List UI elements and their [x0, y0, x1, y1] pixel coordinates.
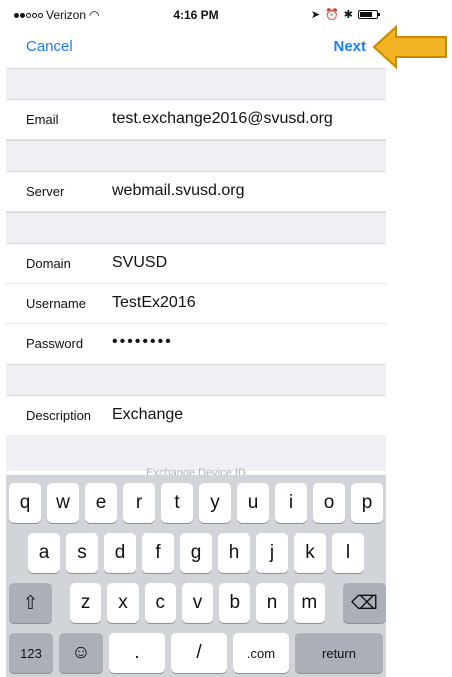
numbers-key[interactable]: 123	[9, 633, 53, 673]
username-label: Username	[26, 296, 86, 311]
domain-field[interactable]: SVUSD	[112, 254, 167, 272]
key-c[interactable]: c	[144, 583, 176, 623]
username-row[interactable]: Username TestEx2016	[6, 284, 386, 324]
domain-row[interactable]: Domain SVUSD	[6, 244, 386, 284]
description-row[interactable]: Description Exchange	[6, 396, 386, 436]
description-field[interactable]: Exchange	[112, 406, 183, 424]
email-row[interactable]: Email test.exchange2016@svusd.org	[6, 100, 386, 140]
key-o[interactable]: o	[313, 483, 345, 523]
dot-key[interactable]: .	[109, 633, 165, 673]
key-g[interactable]: g	[180, 533, 212, 573]
section-gap	[6, 68, 386, 100]
nav-bar: Cancel Next	[6, 30, 386, 66]
shift-key[interactable]: ⇧	[9, 583, 53, 623]
form-footer: Exchange Device ID	[6, 435, 386, 479]
section-gap	[6, 364, 386, 396]
dotcom-key[interactable]: .com	[233, 633, 289, 673]
key-r[interactable]: r	[123, 483, 155, 523]
keyboard-row-4: 123 ☺ . / .com return	[6, 633, 386, 673]
key-y[interactable]: y	[199, 483, 231, 523]
section-gap	[6, 212, 386, 244]
server-label: Server	[26, 184, 65, 199]
key-p[interactable]: p	[351, 483, 383, 523]
delete-key[interactable]: ⌫	[342, 583, 386, 623]
section-gap	[6, 140, 386, 172]
key-z[interactable]: z	[70, 583, 102, 623]
keyboard: q w e r t y u i o p a s d f g h j k l ⇧ …	[6, 475, 386, 677]
password-row[interactable]: Password ••••••••	[6, 324, 386, 364]
alarm-icon: ⏰	[325, 9, 339, 21]
key-i[interactable]: i	[275, 483, 307, 523]
email-label: Email	[26, 112, 59, 127]
next-button[interactable]: Next	[333, 38, 366, 55]
keyboard-row-2: a s d f g h j k l	[6, 533, 386, 573]
description-label: Description	[26, 408, 92, 423]
key-v[interactable]: v	[181, 583, 214, 623]
key-b[interactable]: b	[219, 583, 251, 623]
emoji-key[interactable]: ☺	[59, 633, 103, 673]
key-t[interactable]: t	[161, 483, 193, 523]
key-j[interactable]: j	[256, 533, 288, 573]
key-q[interactable]: q	[9, 483, 41, 523]
key-w[interactable]: w	[47, 483, 79, 523]
status-bar: Verizon ◠ 4:16 PM ➤ ⏰ ✱	[6, 6, 386, 26]
key-a[interactable]: a	[28, 533, 60, 573]
location-icon: ➤	[310, 9, 321, 21]
cancel-button[interactable]: Cancel	[26, 38, 73, 55]
domain-label: Domain	[26, 256, 71, 271]
password-field[interactable]: ••••••••	[112, 333, 173, 351]
return-key[interactable]: return	[295, 633, 383, 673]
bluetooth-icon: ✱	[343, 9, 353, 21]
battery-icon	[358, 10, 380, 19]
annotation-arrow-icon	[372, 24, 447, 70]
keyboard-row-1: q w e r t y u i o p	[6, 483, 386, 523]
email-field[interactable]: test.exchange2016@svusd.org	[112, 110, 333, 128]
key-x[interactable]: x	[107, 583, 139, 623]
account-form: Email test.exchange2016@svusd.org Server…	[6, 68, 386, 436]
key-h[interactable]: h	[218, 533, 250, 573]
key-d[interactable]: d	[104, 533, 136, 573]
username-field[interactable]: TestEx2016	[112, 294, 196, 312]
phone-screen: Verizon ◠ 4:16 PM ➤ ⏰ ✱ Cancel Next Emai…	[6, 0, 386, 677]
key-f[interactable]: f	[142, 533, 174, 573]
server-field[interactable]: webmail.svusd.org	[112, 182, 245, 200]
server-row[interactable]: Server webmail.svusd.org	[6, 172, 386, 212]
key-s[interactable]: s	[66, 533, 98, 573]
key-u[interactable]: u	[237, 483, 269, 523]
keyboard-row-3: ⇧ z x c v b n m ⌫	[6, 583, 386, 623]
key-e[interactable]: e	[85, 483, 117, 523]
key-l[interactable]: l	[332, 533, 364, 573]
password-label: Password	[26, 336, 84, 351]
key-k[interactable]: k	[294, 533, 326, 573]
key-n[interactable]: n	[256, 583, 288, 623]
key-m[interactable]: m	[293, 583, 325, 623]
status-right: ➤ ⏰ ✱	[310, 8, 380, 21]
slash-key[interactable]: /	[171, 633, 227, 673]
